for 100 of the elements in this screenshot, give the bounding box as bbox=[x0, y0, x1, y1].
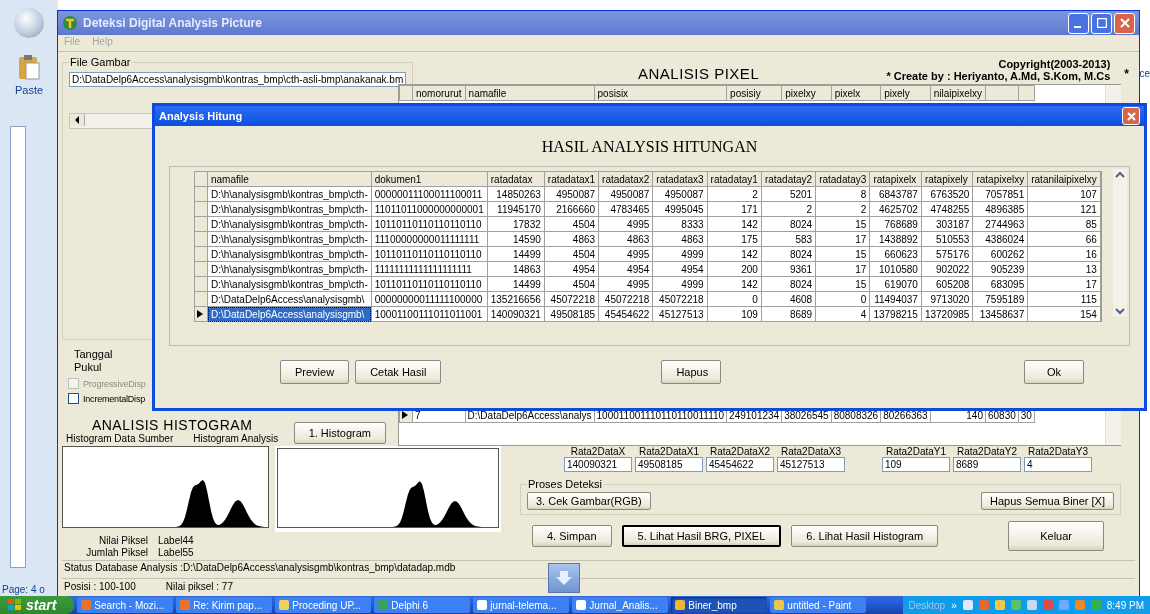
field-label: Rata2DataY3 bbox=[1027, 446, 1088, 457]
tray-icon[interactable] bbox=[1042, 600, 1053, 610]
dialog-button[interactable]: Cetak Hasil bbox=[355, 360, 442, 384]
stat-value: Label44 bbox=[158, 535, 195, 547]
column-header[interactable]: namafile bbox=[207, 171, 372, 187]
tray-icon[interactable] bbox=[1074, 600, 1085, 610]
field-label: Rata2DataY1 bbox=[885, 446, 946, 457]
close-button[interactable] bbox=[1114, 12, 1135, 34]
column-header[interactable]: pixely bbox=[880, 85, 931, 101]
minimize-button[interactable] bbox=[1068, 12, 1089, 34]
group-title: File Gambar bbox=[69, 56, 132, 68]
value-field[interactable]: 109 bbox=[882, 457, 950, 472]
action-button[interactable]: 6. Lihat Hasil Histogram bbox=[791, 525, 939, 547]
dialog-button[interactable]: Hapus bbox=[661, 360, 722, 384]
tray-icon[interactable] bbox=[1026, 600, 1037, 610]
value-field[interactable]: 45454622 bbox=[706, 457, 774, 472]
section-title: ANALISIS PIXEL bbox=[638, 65, 760, 82]
close-icon bbox=[1119, 18, 1130, 28]
taskbar-item[interactable]: jurnal-telema... bbox=[473, 597, 570, 613]
down-arrow-button[interactable] bbox=[548, 563, 580, 593]
taskbar-item[interactable]: untitled - Paint bbox=[770, 597, 867, 613]
tray-icon[interactable] bbox=[1058, 600, 1069, 610]
star-mark: * bbox=[1124, 67, 1129, 81]
maximize-button[interactable] bbox=[1091, 12, 1112, 34]
column-header[interactable]: ratapixely bbox=[921, 171, 973, 187]
histogram-label: Histogram Data Sumber bbox=[66, 433, 174, 444]
taskbar-item[interactable]: Proceding UP... bbox=[275, 597, 372, 613]
position-status: Posisi : 100-100 bbox=[64, 581, 136, 594]
close-icon bbox=[1126, 111, 1136, 121]
column-header[interactable]: dokumen1 bbox=[371, 171, 488, 187]
stat-label: Nilai Piksel bbox=[98, 535, 148, 547]
close-button[interactable] bbox=[1122, 107, 1140, 125]
value-field[interactable]: 8689 bbox=[953, 457, 1021, 472]
office-orb-icon[interactable] bbox=[14, 8, 44, 38]
column-header[interactable]: ratadatay3 bbox=[815, 171, 870, 187]
down-arrow-icon bbox=[556, 571, 572, 585]
detection-button[interactable]: 3. Cek Gambar(RGB) bbox=[527, 492, 651, 510]
value-field[interactable]: 45127513 bbox=[777, 457, 845, 472]
field-label: Rata2DataX3 bbox=[780, 446, 841, 457]
column-header[interactable]: ratapixelxy bbox=[972, 171, 1028, 187]
column-header[interactable]: ratadatay1 bbox=[707, 171, 762, 187]
app-icon bbox=[62, 15, 78, 31]
taskbar-item[interactable]: Re: Kirim pap... bbox=[176, 597, 273, 613]
vertical-scrollbar[interactable] bbox=[1113, 169, 1127, 317]
paste-label[interactable]: Paste bbox=[14, 84, 44, 96]
stat-label: Jumlah Piksel bbox=[85, 547, 148, 559]
column-header[interactable]: ratadatax bbox=[487, 171, 545, 187]
maximize-icon bbox=[1096, 18, 1107, 28]
section-title: ANALISIS HISTOGRAM bbox=[91, 418, 253, 433]
column-header[interactable]: ratadatax2 bbox=[598, 171, 653, 187]
column-header[interactable]: pixelxy bbox=[781, 85, 832, 101]
field-label: Rata2DataY2 bbox=[956, 446, 1017, 457]
start-button[interactable]: start bbox=[0, 596, 75, 614]
dialog-button[interactable]: Preview bbox=[280, 360, 350, 384]
taskbar-item[interactable]: Biner_bmp bbox=[671, 597, 768, 613]
path-field[interactable]: D:\DataDelp6Access\analysisgmb\kontras_bmp\cth-asli-bmp\anakanak.bm bbox=[69, 72, 407, 87]
column-header[interactable]: ratadatay2 bbox=[761, 171, 816, 187]
left-arrow-icon[interactable] bbox=[74, 116, 80, 124]
value-field[interactable]: 49508185 bbox=[635, 457, 703, 472]
column-header[interactable]: ratadatax3 bbox=[652, 171, 708, 187]
tray-icon[interactable] bbox=[1010, 600, 1021, 610]
taskbar-item[interactable]: Jurnal_Analis... bbox=[572, 597, 669, 613]
taskbar-item[interactable]: Delphi 6 bbox=[374, 597, 471, 613]
action-button[interactable]: 5. Lihat Hasil BRG, PIXEL bbox=[621, 525, 782, 547]
tray-icon[interactable] bbox=[994, 600, 1005, 610]
clock: 8:49 PM bbox=[1106, 599, 1144, 611]
taskbar-item[interactable]: Search - Mozi... bbox=[77, 597, 174, 613]
column-header[interactable]: nilaipixelxy bbox=[930, 85, 986, 101]
column-header[interactable]: nomorurut bbox=[412, 85, 466, 101]
group-title: Proses Deteksi bbox=[527, 478, 603, 490]
histogram-button[interactable]: 1. Histogram bbox=[293, 422, 386, 444]
ribbon-label: ce bbox=[1139, 68, 1150, 79]
dialog-title: Analysis Hitung bbox=[159, 110, 243, 122]
column-header[interactable]: ratanilaipixelxy bbox=[1027, 171, 1101, 187]
column-header[interactable]: namafile bbox=[465, 85, 595, 101]
tray-icon[interactable] bbox=[978, 600, 989, 610]
window-title: Deteksi Digital Analysis Picture bbox=[83, 16, 262, 30]
checkbox-label: IncrementalDisp bbox=[83, 393, 146, 404]
histogram-label: Histogram Analysis bbox=[193, 433, 279, 444]
flag-icon bbox=[8, 599, 22, 611]
value-field[interactable]: 4 bbox=[1024, 457, 1092, 472]
checkbox[interactable] bbox=[68, 393, 79, 404]
checkbox-label: ProgressiveDisp bbox=[83, 378, 146, 389]
action-button[interactable]: Keluar bbox=[1008, 521, 1105, 551]
author-credit: * Create by : Heriyanto, A.Md, S.Kom, M.Cs bbox=[886, 70, 1111, 82]
clipboard-icon[interactable] bbox=[18, 54, 40, 80]
detection-button[interactable]: Hapus Semua Biner [X] bbox=[981, 492, 1114, 510]
tray-icon[interactable] bbox=[962, 600, 973, 610]
tray-icon[interactable] bbox=[1090, 600, 1101, 610]
action-button[interactable]: 4. Simpan bbox=[532, 525, 612, 547]
date-label: Pukul bbox=[74, 361, 102, 374]
column-header[interactable]: pixelx bbox=[831, 85, 881, 101]
column-header[interactable]: ratadatax1 bbox=[544, 171, 599, 187]
column-header[interactable]: posisix bbox=[594, 85, 727, 101]
dialog-button[interactable]: Ok bbox=[1024, 360, 1084, 384]
dialog-heading: HASIL ANALYSIS HITUNGAN bbox=[540, 138, 759, 156]
column-header[interactable]: posisiy bbox=[726, 85, 782, 101]
value-field[interactable]: 140090321 bbox=[564, 457, 632, 472]
page-status: Page: 4 o bbox=[2, 584, 45, 595]
column-header[interactable]: ratapixelx bbox=[869, 171, 922, 187]
